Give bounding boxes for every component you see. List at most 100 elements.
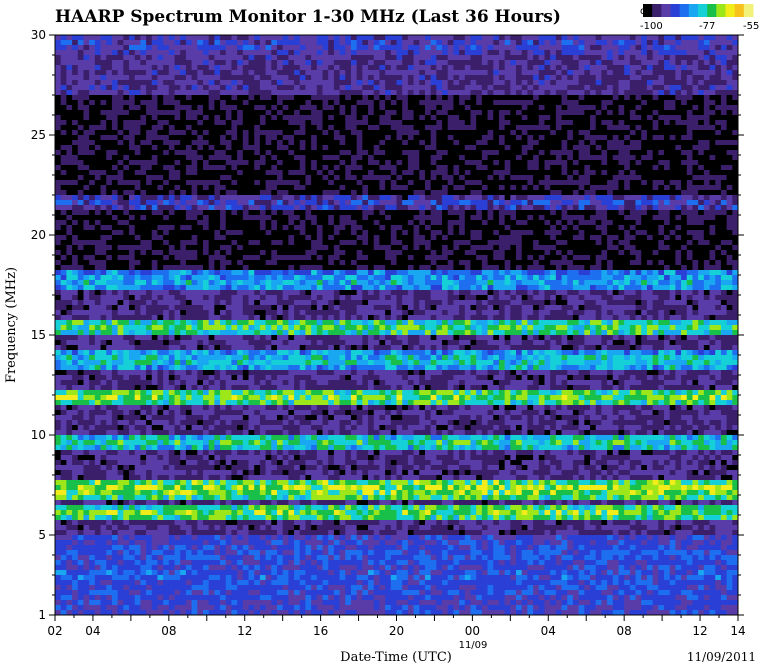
heat-cell	[555, 50, 562, 56]
heat-cell	[635, 75, 642, 81]
heat-cell	[584, 155, 591, 161]
heat-cell	[726, 110, 733, 116]
heat-cell	[578, 225, 585, 231]
heat-cell	[538, 185, 545, 191]
heat-cell	[629, 210, 636, 216]
heat-cell	[333, 85, 340, 91]
heat-cell	[567, 235, 574, 241]
heat-cell	[424, 45, 432, 51]
heat-cell	[174, 55, 181, 61]
heat-cell	[316, 175, 323, 181]
heat-cell	[646, 140, 654, 146]
heat-cell	[390, 235, 397, 241]
heat-cell	[407, 130, 414, 136]
heat-cell	[669, 135, 676, 141]
heat-cell	[123, 155, 130, 161]
heat-cell	[345, 75, 352, 81]
heat-cell	[311, 65, 318, 71]
heat-cell	[544, 100, 551, 106]
heat-cell	[225, 225, 232, 231]
heat-cell	[134, 110, 141, 116]
heat-cell	[259, 75, 266, 81]
heat-cell	[538, 170, 545, 176]
heat-cell	[442, 65, 449, 71]
heat-cell	[413, 205, 420, 211]
heat-cell	[407, 65, 414, 71]
heat-cell	[322, 75, 329, 81]
heat-cell	[681, 85, 688, 91]
heat-cell	[402, 235, 409, 241]
heat-cell	[146, 240, 153, 246]
heat-cell	[726, 90, 733, 96]
heat-cell	[231, 85, 238, 91]
heat-cell	[510, 80, 517, 86]
heat-cell	[151, 95, 158, 101]
heat-cell	[498, 35, 506, 41]
heat-cell	[629, 35, 636, 41]
heat-cell	[271, 205, 278, 211]
heat-cell	[413, 220, 420, 226]
heat-cell	[128, 205, 136, 211]
heat-cell	[544, 95, 551, 101]
heat-cell	[242, 190, 249, 196]
heat-cell	[732, 230, 739, 236]
heat-cell	[254, 50, 261, 56]
heat-cell	[595, 75, 602, 81]
heat-cell	[339, 200, 346, 206]
heat-cell	[55, 35, 62, 41]
heat-cell	[368, 60, 375, 66]
heat-cell	[339, 140, 346, 146]
heat-cell	[510, 140, 517, 146]
heat-cell	[732, 65, 739, 71]
heat-cell	[83, 155, 90, 161]
heat-cell	[368, 55, 375, 61]
heat-cell	[430, 225, 437, 231]
heat-cell	[214, 235, 221, 241]
heat-cell	[550, 215, 557, 221]
heat-cell	[578, 70, 585, 76]
heat-cell	[339, 55, 346, 61]
heat-cell	[550, 40, 557, 46]
heat-cell	[123, 195, 130, 201]
heat-cell	[328, 140, 335, 146]
heat-cell	[55, 165, 62, 171]
heat-cell	[100, 210, 107, 216]
heat-cell	[373, 240, 380, 246]
heat-cell	[624, 55, 631, 61]
heat-cell	[231, 95, 238, 101]
heat-cell	[356, 165, 363, 171]
heat-cell	[333, 95, 340, 101]
heat-cell	[533, 95, 540, 101]
heat-cell	[635, 40, 642, 46]
heat-cell	[231, 80, 238, 86]
heat-cell	[595, 160, 602, 166]
heat-cell	[225, 110, 232, 116]
heat-cell	[493, 55, 500, 61]
heat-cell	[732, 150, 739, 156]
heat-cell	[681, 205, 688, 211]
heat-cell	[163, 200, 170, 206]
heat-cell	[55, 140, 62, 146]
heat-cell	[641, 125, 648, 131]
heat-cell	[128, 185, 136, 191]
heat-cell	[538, 55, 545, 61]
heat-cell	[624, 115, 631, 121]
heat-cell	[635, 105, 642, 111]
heat-cell	[584, 130, 591, 136]
heat-cell	[197, 130, 204, 136]
heat-cell	[288, 195, 295, 201]
heat-cell	[544, 35, 551, 41]
heat-cell	[612, 135, 619, 141]
heat-cell	[430, 95, 437, 101]
heat-cell	[601, 185, 608, 191]
heat-cell	[111, 135, 119, 141]
heat-cell	[174, 155, 181, 161]
heat-cell	[561, 120, 568, 126]
heat-cell	[180, 170, 187, 176]
heat-cell	[339, 180, 346, 186]
heat-cell	[436, 105, 443, 111]
heat-cell	[202, 80, 210, 86]
heat-cell	[299, 205, 306, 211]
heat-cell	[590, 180, 597, 186]
heat-cell	[516, 75, 523, 81]
